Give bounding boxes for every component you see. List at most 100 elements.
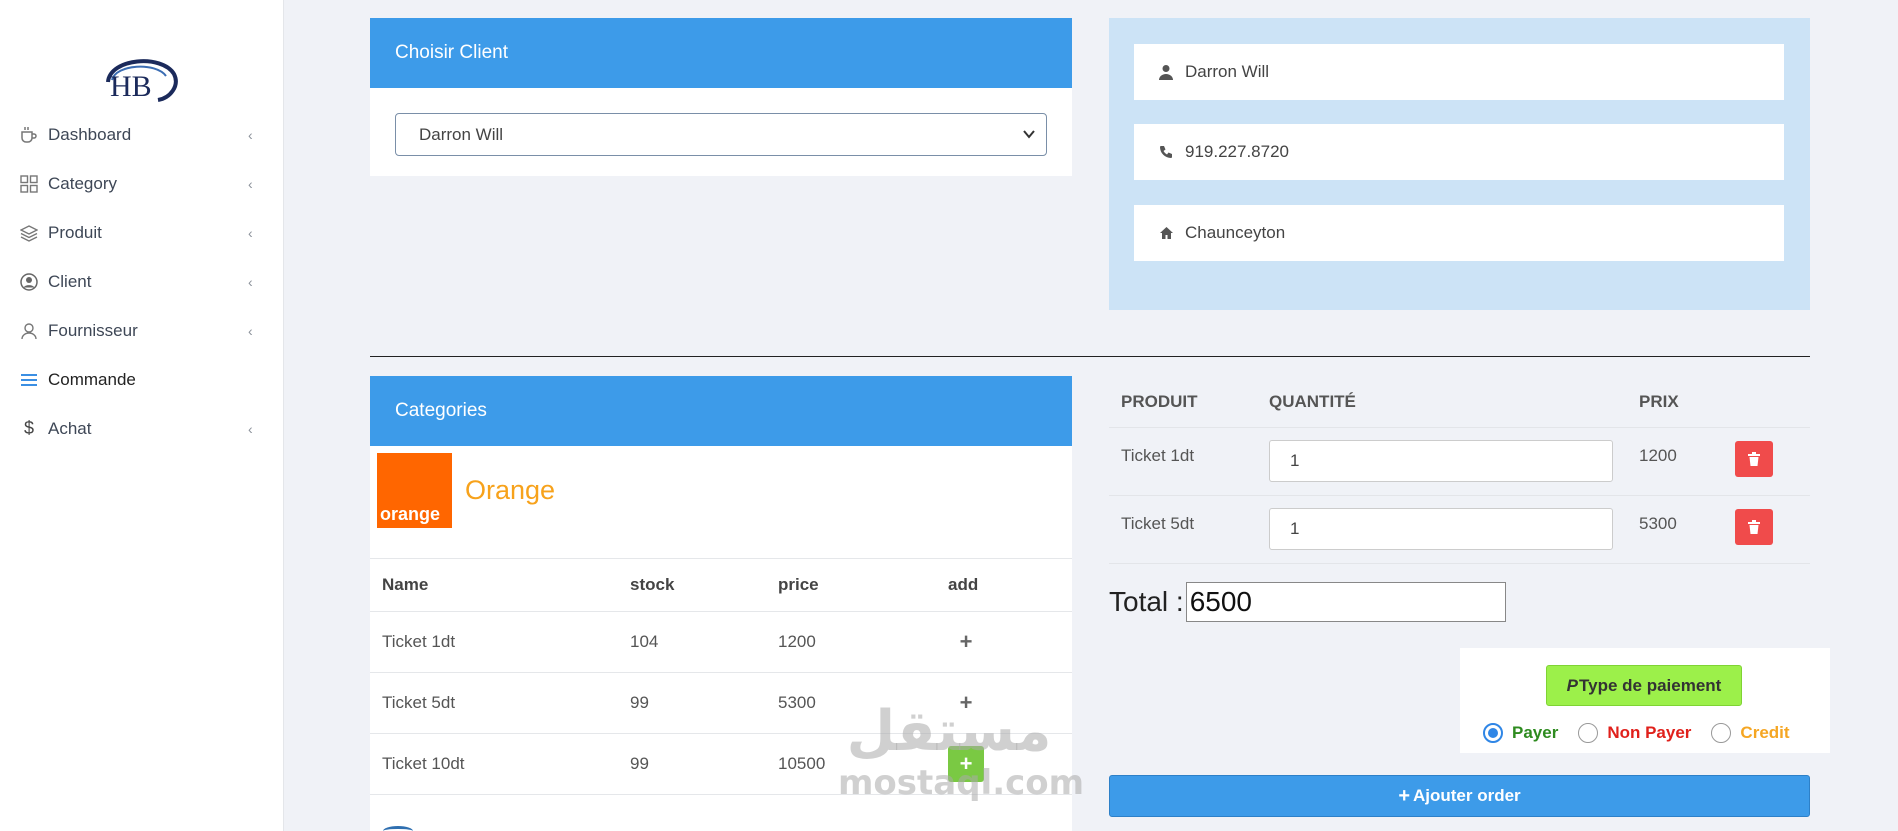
delete-button[interactable] (1735, 441, 1773, 477)
radio-credit[interactable]: Credit (1711, 723, 1790, 743)
quantity-value: 1 (1290, 451, 1300, 470)
total-label: Total : (1109, 586, 1184, 617)
sidebar-item-label: Category (48, 173, 117, 193)
client-city: Chaunceyton (1185, 223, 1286, 242)
sidebar-nav: Dashboard ‹ Category ‹ Produit ‹ Client … (0, 110, 284, 453)
table-row: Ticket 1dt 104 1200 + (370, 611, 1072, 673)
column-header: Name (370, 559, 618, 612)
column-header: PRODUIT (1121, 391, 1198, 411)
sidebar-item-label: Produit (48, 222, 102, 242)
quantity-input[interactable]: 1 (1269, 508, 1613, 550)
product-price: 1200 (766, 611, 936, 673)
order-table: PRODUIT QUANTITÉ PRIX Ticket 1dt 1 1200 … (1109, 376, 1810, 564)
payment-box: P Type de paiement Payer Non Payer Credi… (1460, 648, 1830, 753)
radio-payer[interactable]: Payer (1483, 723, 1558, 743)
phone-icon (1159, 145, 1179, 159)
chevron-left-icon: ‹ (248, 322, 253, 339)
watermark-latin: mostaql.com (838, 763, 1085, 803)
sidebar-item-produit[interactable]: Produit ‹ (0, 208, 284, 257)
sidebar-item-label: Client (48, 271, 92, 291)
add-order-button[interactable]: + Ajouter order (1109, 775, 1810, 817)
trash-icon (1748, 452, 1760, 466)
sidebar-item-label: Dashboard (48, 124, 132, 144)
chevron-left-icon: ‹ (248, 175, 253, 192)
sidebar-item-client[interactable]: Client ‹ (0, 257, 284, 306)
watermark-arabic: مستقل (846, 699, 1052, 764)
quantity-value: 1 (1290, 519, 1300, 538)
sidebar-item-label: Commande (48, 369, 136, 389)
delete-button[interactable] (1735, 509, 1773, 545)
coffee-cup-icon (18, 124, 40, 146)
order-header-row: PRODUIT QUANTITÉ PRIX (1109, 376, 1810, 428)
menu-lines-icon (18, 369, 40, 391)
grid-icon (18, 173, 40, 195)
chevron-left-icon: ‹ (248, 126, 253, 143)
column-header: stock (618, 559, 766, 612)
client-select-card: Choisir Client Darron Will (370, 18, 1072, 176)
payment-type-button[interactable]: P Type de paiement (1546, 665, 1742, 706)
order-price: 5300 (1639, 514, 1677, 533)
sidebar-item-label: Fournisseur (48, 320, 138, 340)
order-row: Ticket 1dt 1 1200 (1109, 428, 1810, 496)
column-header: QUANTITÉ (1269, 391, 1356, 411)
column-header: add (936, 559, 1072, 612)
user-circle-icon (18, 271, 40, 293)
user-icon (1159, 64, 1179, 80)
order-row: Ticket 5dt 1 5300 (1109, 496, 1810, 564)
add-product-button[interactable]: + (948, 624, 984, 660)
order-product: Ticket 5dt (1121, 514, 1195, 533)
client-info-card: Darron Will 919.227.8720 Chaunceyton (1109, 18, 1810, 310)
radio-label: Credit (1740, 723, 1790, 742)
sidebar-item-achat[interactable]: $ Achat ‹ (0, 404, 284, 453)
order-product: Ticket 1dt (1121, 446, 1195, 465)
chevron-left-icon: ‹ (248, 224, 253, 241)
category-orange[interactable]: orange Orange (377, 453, 555, 528)
svg-text:HB: HB (110, 70, 152, 103)
radio-label: Payer (1512, 723, 1559, 742)
client-select[interactable]: Darron Will (395, 113, 1047, 156)
column-header: price (766, 559, 936, 612)
sidebar-item-commande[interactable]: Commande (0, 355, 284, 404)
add-order-label: Ajouter order (1413, 786, 1521, 805)
brand-logo[interactable]: HB (100, 52, 180, 108)
product-stock: 99 (618, 672, 766, 734)
section-divider (370, 356, 1810, 357)
column-header: PRIX (1639, 391, 1679, 411)
orange-logo: orange (377, 453, 452, 528)
partial-element (383, 826, 413, 831)
chevron-down-icon (1022, 126, 1036, 146)
client-phone: 919.227.8720 (1185, 142, 1289, 161)
radio-button[interactable] (1483, 723, 1503, 743)
paypal-icon: P (1566, 675, 1578, 695)
home-icon (1159, 226, 1179, 240)
radio-button[interactable] (1578, 723, 1599, 743)
product-stock: 104 (618, 611, 766, 673)
client-select-value: Darron Will (419, 124, 504, 144)
sidebar-item-fournisseur[interactable]: Fournisseur ‹ (0, 306, 284, 355)
client-select-header: Choisir Client (370, 18, 1072, 88)
product-name: Ticket 5dt (370, 672, 618, 734)
client-name: Darron Will (1185, 62, 1270, 81)
category-name: Orange (465, 475, 556, 505)
categories-header: Categories (370, 376, 1072, 446)
payment-type-label: Type de paiement (1579, 675, 1722, 695)
sidebar-item-category[interactable]: Category ‹ (0, 159, 284, 208)
radio-button[interactable] (1711, 723, 1732, 743)
total-value: 6500 (1189, 586, 1252, 617)
watermark: مستقل mostaql.com (838, 699, 1085, 820)
client-city-field: Chaunceyton (1134, 205, 1784, 261)
chevron-left-icon: ‹ (248, 273, 253, 290)
orange-logo-text: orange (380, 504, 441, 524)
plus-icon: + (1398, 784, 1410, 807)
product-name: Ticket 10dt (370, 733, 618, 795)
chevron-left-icon: ‹ (248, 420, 253, 437)
dollar-icon: $ (23, 418, 34, 438)
quantity-input[interactable]: 1 (1269, 440, 1613, 482)
order-price: 1200 (1639, 446, 1677, 465)
total-input[interactable]: 6500 (1185, 582, 1506, 622)
sidebar: HB Dashboard ‹ Category ‹ Produit ‹ Clie… (0, 0, 284, 831)
sidebar-item-dashboard[interactable]: Dashboard ‹ (0, 110, 284, 159)
radio-non-payer[interactable]: Non Payer (1578, 723, 1691, 743)
payment-options: Payer Non Payer Credit (1483, 723, 1810, 743)
sidebar-item-label: Achat (48, 418, 92, 438)
